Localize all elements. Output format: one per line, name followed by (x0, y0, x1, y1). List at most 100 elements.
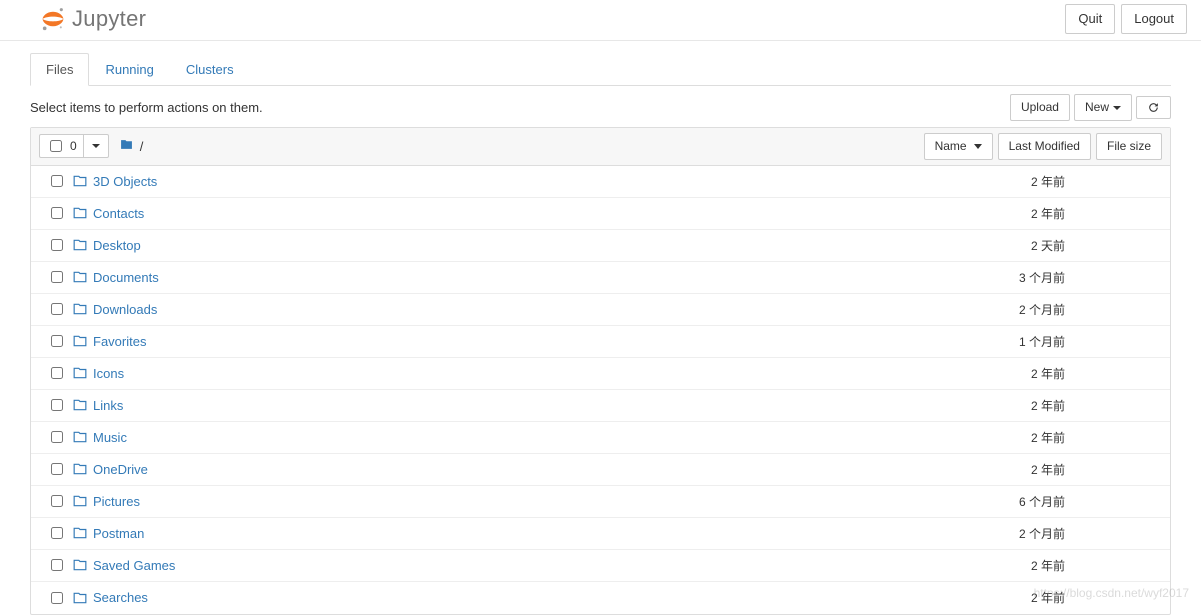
row-checkbox[interactable] (51, 592, 63, 604)
row-checkbox[interactable] (51, 399, 63, 411)
list-item: Icons2 年前 (31, 358, 1170, 390)
sort-name-button[interactable]: Name (924, 133, 993, 160)
item-name-link[interactable]: Downloads (93, 302, 907, 317)
item-modified: 2 年前 (907, 461, 1077, 478)
item-name-link[interactable]: Postman (93, 526, 907, 541)
row-checkbox[interactable] (51, 559, 63, 571)
select-all-group: 0 (39, 134, 109, 158)
quit-button[interactable]: Quit (1065, 4, 1115, 34)
item-name-link[interactable]: Saved Games (93, 558, 907, 573)
row-checkbox[interactable] (51, 303, 63, 315)
item-modified: 2 年前 (907, 589, 1077, 606)
item-name-link[interactable]: Desktop (93, 238, 907, 253)
row-checkbox[interactable] (51, 207, 63, 219)
folder-icon (73, 334, 93, 348)
folder-icon (73, 526, 93, 540)
select-all-checkbox[interactable] (50, 140, 62, 152)
folder-icon[interactable] (119, 138, 134, 154)
tab-files[interactable]: Files (30, 53, 89, 86)
item-name-link[interactable]: Contacts (93, 206, 907, 221)
sort-modified-button[interactable]: Last Modified (998, 133, 1091, 160)
list-item: Pictures6 个月前 (31, 486, 1170, 518)
row-checkbox[interactable] (51, 527, 63, 539)
list-item: OneDrive2 年前 (31, 454, 1170, 486)
new-label: New (1085, 99, 1109, 116)
folder-icon (73, 366, 93, 380)
caret-down-icon (92, 144, 100, 148)
item-modified: 2 个月前 (907, 525, 1077, 542)
selected-count: 0 (70, 139, 77, 153)
name-col-label: Name (935, 138, 967, 155)
new-dropdown-button[interactable]: New (1074, 94, 1132, 121)
item-modified: 6 个月前 (907, 493, 1077, 510)
page-header: Jupyter Quit Logout (0, 0, 1201, 41)
item-name-link[interactable]: Icons (93, 366, 907, 381)
folder-icon (73, 462, 93, 476)
row-checkbox[interactable] (51, 495, 63, 507)
list-item: Postman2 个月前 (31, 518, 1170, 550)
list-header: 0 / Name Last Modified File size (31, 128, 1170, 166)
folder-icon (73, 558, 93, 572)
sort-arrow-down-icon (974, 144, 982, 149)
jupyter-logo[interactable]: Jupyter (40, 6, 146, 32)
item-name-link[interactable]: Favorites (93, 334, 907, 349)
logout-button[interactable]: Logout (1121, 4, 1187, 34)
caret-down-icon (1113, 106, 1121, 110)
folder-icon (73, 238, 93, 252)
folder-icon (73, 430, 93, 444)
list-item: Favorites1 个月前 (31, 326, 1170, 358)
item-modified: 2 年前 (907, 557, 1077, 574)
refresh-button[interactable] (1136, 96, 1171, 119)
item-name-link[interactable]: Documents (93, 270, 907, 285)
item-modified: 3 个月前 (907, 269, 1077, 286)
brand-text: Jupyter (72, 6, 146, 32)
jupyter-logo-icon (40, 6, 66, 32)
list-item: 3D Objects2 年前 (31, 166, 1170, 198)
row-checkbox[interactable] (51, 463, 63, 475)
item-modified: 2 年前 (907, 205, 1077, 222)
row-checkbox[interactable] (51, 431, 63, 443)
breadcrumb-root[interactable]: / (140, 139, 144, 154)
tab-running[interactable]: Running (89, 53, 169, 86)
row-checkbox[interactable] (51, 271, 63, 283)
list-item: Saved Games2 年前 (31, 550, 1170, 582)
item-name-link[interactable]: 3D Objects (93, 174, 907, 189)
list-item: Desktop2 天前 (31, 230, 1170, 262)
item-name-link[interactable]: OneDrive (93, 462, 907, 477)
item-name-link[interactable]: Links (93, 398, 907, 413)
item-modified: 1 个月前 (907, 333, 1077, 350)
folder-icon (73, 206, 93, 220)
toolbar-row: Select items to perform actions on them.… (30, 86, 1171, 127)
list-item: Searches2 年前 (31, 582, 1170, 614)
list-item: Downloads2 个月前 (31, 294, 1170, 326)
tab-clusters[interactable]: Clusters (170, 53, 250, 86)
row-checkbox[interactable] (51, 175, 63, 187)
list-item: Links2 年前 (31, 390, 1170, 422)
folder-icon (73, 174, 93, 188)
folder-icon (73, 302, 93, 316)
list-item: Documents3 个月前 (31, 262, 1170, 294)
item-modified: 2 年前 (907, 397, 1077, 414)
item-modified: 2 天前 (907, 237, 1077, 254)
refresh-icon (1147, 101, 1160, 114)
item-modified: 2 个月前 (907, 301, 1077, 318)
item-name-link[interactable]: Searches (93, 590, 907, 605)
file-list: 0 / Name Last Modified File size (30, 127, 1171, 615)
row-checkbox[interactable] (51, 239, 63, 251)
upload-button[interactable]: Upload (1010, 94, 1070, 121)
row-checkbox[interactable] (51, 335, 63, 347)
tabs: FilesRunningClusters (30, 53, 1171, 86)
sort-size-button[interactable]: File size (1096, 133, 1162, 160)
row-checkbox[interactable] (51, 367, 63, 379)
item-name-link[interactable]: Pictures (93, 494, 907, 509)
breadcrumb: / (119, 138, 924, 154)
folder-icon (73, 494, 93, 508)
folder-icon (73, 270, 93, 284)
item-modified: 2 年前 (907, 365, 1077, 382)
select-menu-button[interactable] (84, 135, 108, 157)
header-buttons: Quit Logout (1065, 4, 1187, 34)
item-modified: 2 年前 (907, 429, 1077, 446)
list-item: Music2 年前 (31, 422, 1170, 454)
item-name-link[interactable]: Music (93, 430, 907, 445)
folder-icon (73, 398, 93, 412)
